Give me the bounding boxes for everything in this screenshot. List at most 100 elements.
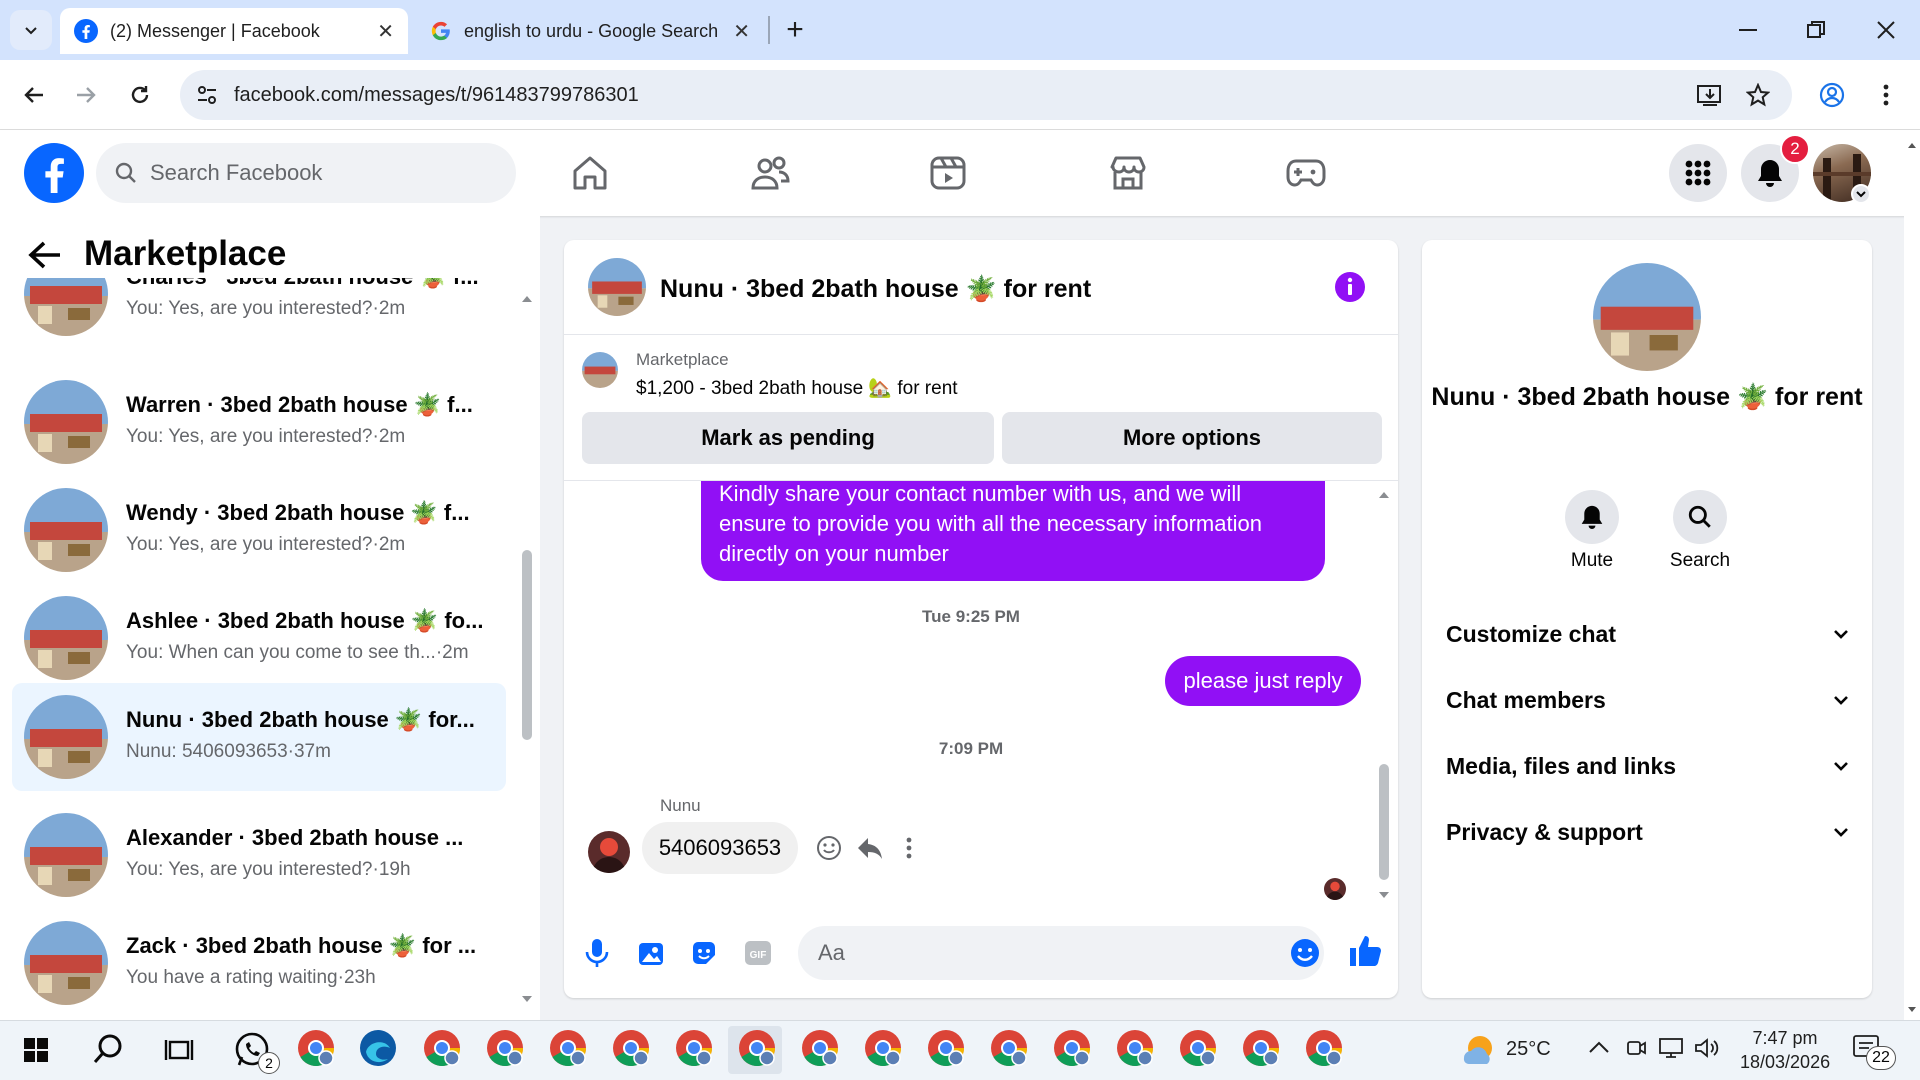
chat-avatar[interactable] (588, 258, 646, 316)
message-thread: Kindly share your contact number with us… (564, 481, 1378, 901)
marketplace-icon[interactable] (1100, 148, 1156, 198)
chevron-down-icon (1834, 695, 1848, 705)
chevron-down-icon[interactable] (1851, 184, 1871, 204)
new-tab-button[interactable]: + (780, 8, 810, 52)
tab-search-button[interactable] (10, 10, 52, 50)
react-icon[interactable] (816, 835, 842, 861)
list-item-active[interactable]: Nunu · 3bed 2bath house 🪴 for... Nunu: 5… (12, 683, 506, 791)
customize-chat-row[interactable]: Customize chat (1446, 614, 1848, 654)
reply-icon[interactable] (856, 835, 884, 861)
chevron-up-icon[interactable] (1588, 1040, 1610, 1054)
back-arrow-icon[interactable] (28, 240, 62, 270)
media-files-links-row[interactable]: Media, files and links (1446, 746, 1848, 786)
conversation-name: Alexander · 3bed 2bath house ... (126, 825, 464, 850)
address-bar[interactable]: facebook.com/messages/t/961483799786301 (180, 70, 1792, 120)
list-item[interactable]: Charles · 3bed 2bath house 🪴 f... You: Y… (12, 278, 506, 348)
minimize-icon[interactable] (1728, 10, 1768, 50)
sender-avatar[interactable] (588, 831, 630, 873)
tab-messenger[interactable]: (2) Messenger | Facebook ✕ (60, 8, 408, 54)
list-item[interactable]: Alexander · 3bed 2bath house ... You: Ye… (12, 803, 506, 909)
conversation-preview: Nunu: 5406093653·37m (126, 741, 331, 762)
conversation-preview: You: Yes, are you interested?·19h (126, 859, 411, 880)
avatar (24, 278, 108, 336)
privacy-support-row[interactable]: Privacy & support (1446, 812, 1848, 852)
back-arrow-icon[interactable] (14, 75, 54, 115)
mark-as-pending-button[interactable]: Mark as pending (582, 412, 994, 464)
task-view-icon[interactable] (160, 1030, 200, 1070)
volume-icon[interactable] (1694, 1036, 1720, 1060)
system-clock[interactable]: 7:47 pm 18/03/2026 (1740, 1026, 1830, 1074)
tab-close-icon[interactable]: ✕ (733, 19, 750, 44)
listing-thumbnail[interactable] (582, 352, 618, 388)
friends-icon[interactable] (742, 148, 798, 198)
bell-icon (1758, 160, 1782, 187)
listing-title[interactable]: $1,200 - 3bed 2bath house 🏡 for rent (636, 376, 958, 400)
meet-now-icon[interactable] (1626, 1036, 1646, 1060)
temperature-label: 25°C (1506, 1038, 1551, 1060)
notification-count-badge: 22 (1866, 1046, 1896, 1070)
more-actions-icon[interactable] (906, 837, 912, 859)
grid-icon (1685, 160, 1711, 186)
chat-members-row[interactable]: Chat members (1446, 680, 1848, 720)
chevron-down-icon (1834, 629, 1848, 639)
conversation-preview: You have a rating waiting·23h (126, 967, 376, 988)
contact-name: Nunu · 3bed 2bath house 🪴 for rent (1431, 383, 1863, 411)
home-icon[interactable] (562, 148, 618, 198)
conversation-name: Ashlee · 3bed 2bath house 🪴 fo... (126, 608, 484, 633)
gaming-icon[interactable] (1278, 148, 1334, 198)
more-options-button[interactable]: More options (1002, 412, 1382, 464)
search-icon[interactable] (88, 1030, 128, 1070)
sticker-icon[interactable] (690, 939, 718, 967)
forward-arrow-icon[interactable] (66, 75, 106, 115)
outgoing-message[interactable]: please just reply (1165, 656, 1361, 706)
browser-menu-icon[interactable] (1866, 75, 1906, 115)
divider (564, 334, 1398, 335)
photo-icon[interactable] (638, 939, 664, 967)
mute-button[interactable] (1565, 490, 1619, 544)
facebook-search-input[interactable]: Search Facebook (96, 143, 516, 203)
outgoing-message[interactable]: Kindly share your contact number with us… (701, 481, 1325, 581)
conversation-name: Zack · 3bed 2bath house 🪴 for ... (126, 933, 477, 958)
chat-scrollbar[interactable] (1376, 484, 1392, 904)
page-scrollbar[interactable] (1904, 130, 1920, 1020)
conversation-name: Wendy · 3bed 2bath house 🪴 f... (126, 500, 470, 525)
facebook-logo-icon[interactable] (24, 143, 84, 203)
listing-label: Marketplace (636, 350, 729, 369)
bell-icon (1581, 505, 1603, 529)
search-in-chat-button[interactable] (1673, 490, 1727, 544)
bookmark-star-icon[interactable] (1738, 75, 1778, 115)
site-settings-icon[interactable] (196, 84, 218, 106)
close-window-icon[interactable] (1866, 10, 1906, 50)
contact-avatar[interactable] (1593, 263, 1701, 371)
gif-icon[interactable]: GIF (744, 940, 772, 966)
weather-icon (1460, 1032, 1496, 1066)
message-input[interactable]: Aa (798, 926, 1324, 980)
tab-divider (768, 16, 770, 44)
video-icon[interactable] (920, 148, 976, 198)
incoming-message[interactable]: 5406093653 (642, 822, 798, 874)
tab-google-search[interactable]: english to urdu - Google Search ✕ (416, 8, 764, 54)
tab-close-icon[interactable]: ✕ (377, 19, 394, 44)
chevron-down-icon (1834, 827, 1848, 837)
chat-title: Nunu · 3bed 2bath house 🪴 for rent (660, 275, 1092, 303)
reload-icon[interactable] (120, 75, 160, 115)
sidebar-scroll-thumb[interactable] (522, 550, 532, 740)
avatar (24, 695, 108, 779)
notification-badge: 2 (1780, 134, 1810, 164)
restore-icon[interactable] (1796, 10, 1836, 50)
windows-start-icon[interactable] (16, 1030, 56, 1070)
chevron-down-icon (1834, 761, 1848, 771)
install-app-icon[interactable] (1690, 75, 1730, 115)
menu-grid-button[interactable] (1669, 144, 1727, 202)
emoji-icon[interactable] (1290, 938, 1320, 968)
info-icon[interactable] (1334, 271, 1366, 303)
network-icon[interactable] (1658, 1036, 1684, 1060)
profile-icon[interactable] (1812, 75, 1852, 115)
list-item[interactable]: Wendy · 3bed 2bath house 🪴 f... You: Yes… (12, 478, 506, 584)
like-icon[interactable] (1348, 934, 1382, 968)
microphone-icon[interactable] (584, 938, 610, 968)
timestamp: Tue 9:25 PM (922, 607, 1020, 626)
list-item[interactable]: Zack · 3bed 2bath house 🪴 for ... You ha… (12, 911, 506, 1017)
list-item[interactable]: Warren · 3bed 2bath house 🪴 f... You: Ye… (12, 370, 506, 476)
list-item[interactable]: Ashlee · 3bed 2bath house 🪴 fo... You: W… (12, 586, 506, 692)
